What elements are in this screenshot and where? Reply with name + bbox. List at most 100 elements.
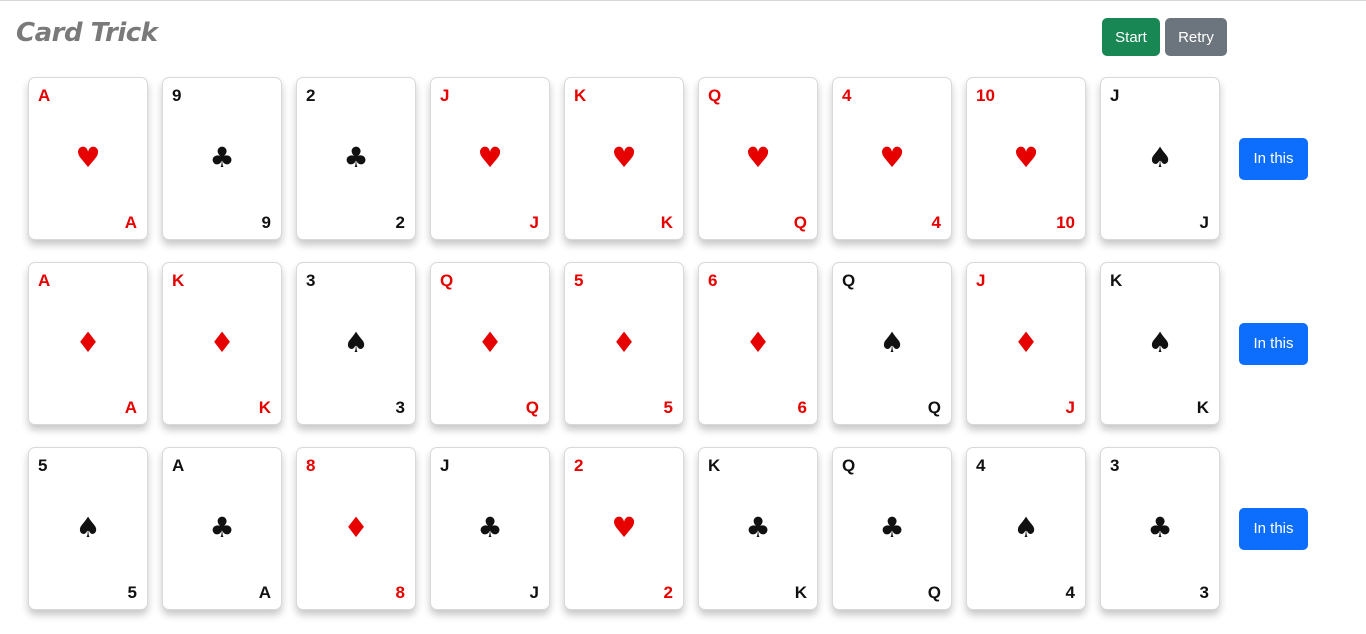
card-rank-top: Q	[440, 271, 454, 290]
diamonds-suit-icon: ♦	[477, 326, 503, 359]
card-row-2: A ♦ A K ♦ K 3 ♠ 3 Q ♦ Q 5 ♦ 5 6 ♦ 6 Q ♠ Q J ♦ J K ♠ K In this	[28, 261, 1308, 426]
start-button[interactable]: Start	[1102, 18, 1160, 56]
hearts-suit-icon: ♥	[879, 141, 905, 174]
card-rank-bottom: J	[1065, 398, 1075, 417]
diamonds-suit-icon: ♦	[209, 326, 235, 359]
card-rank-bottom: J	[1199, 213, 1209, 232]
spades-suit-icon: ♠	[1013, 511, 1039, 544]
playing-card: A ♥ A	[28, 77, 148, 240]
spades-suit-icon: ♠	[75, 511, 101, 544]
card-rank-top: K	[574, 86, 587, 105]
row-pick-wrapper: In this	[1239, 507, 1308, 550]
hearts-suit-icon: ♥	[75, 141, 101, 174]
card-row-1: A ♥ A 9 ♣ 9 2 ♣ 2 J ♥ J K ♥ K Q ♥ Q 4 ♥ 4 10 ♥ 10 J ♠ J In this	[28, 76, 1308, 241]
in-this-row-button[interactable]: In this	[1239, 507, 1308, 550]
app-title: Card Trick	[16, 18, 158, 48]
playing-card: K ♦ K	[162, 262, 282, 425]
playing-card: J ♠ J	[1100, 77, 1220, 240]
card-rank-bottom: 5	[663, 398, 673, 417]
card-rank-top: J	[1110, 86, 1120, 105]
card-rank-bottom: 3	[1199, 583, 1209, 602]
card-rank-top: 5	[38, 456, 48, 475]
card-rank-bottom: K	[1196, 398, 1209, 417]
playing-card: 3 ♣ 3	[1100, 447, 1220, 610]
card-rank-top: 5	[574, 271, 584, 290]
in-this-row-button[interactable]: In this	[1239, 322, 1308, 365]
card-rank-bottom: 2	[395, 213, 405, 232]
card-rank-top: K	[1110, 271, 1123, 290]
diamonds-suit-icon: ♦	[745, 326, 771, 359]
playing-card: K ♠ K	[1100, 262, 1220, 425]
card-rank-top: K	[172, 271, 185, 290]
card-rank-top: 3	[306, 271, 316, 290]
card-rank-bottom: 10	[1056, 213, 1075, 232]
card-rank-top: A	[38, 271, 51, 290]
card-rank-top: 2	[574, 456, 584, 475]
playing-card: A ♣ A	[162, 447, 282, 610]
clubs-suit-icon: ♣	[879, 511, 905, 544]
playing-card: 4 ♠ 4	[966, 447, 1086, 610]
hearts-suit-icon: ♥	[611, 141, 637, 174]
card-rank-top: 8	[306, 456, 316, 475]
card-trick-page: Card Trick Start Retry A ♥ A 9 ♣ 9 2 ♣ 2 J ♥ J K ♥ K Q ♥…	[0, 0, 1366, 634]
card-group: 5 ♠ 5 A ♣ A 8 ♦ 8 J ♣ J 2 ♥ 2 K ♣ K Q ♣ Q 4 ♠ 4 3 ♣ 3	[28, 447, 1220, 610]
card-rank-top: 4	[976, 456, 986, 475]
playing-card: Q ♦ Q	[430, 262, 550, 425]
card-rank-top: Q	[842, 271, 856, 290]
clubs-suit-icon: ♣	[209, 511, 235, 544]
card-rank-bottom: Q	[927, 398, 941, 417]
card-rank-bottom: A	[124, 398, 137, 417]
retry-button[interactable]: Retry	[1165, 18, 1227, 56]
card-rank-top: 6	[708, 271, 718, 290]
card-rank-bottom: K	[794, 583, 807, 602]
playing-card: A ♦ A	[28, 262, 148, 425]
card-rank-top: 2	[306, 86, 316, 105]
diamonds-suit-icon: ♦	[75, 326, 101, 359]
card-group: A ♥ A 9 ♣ 9 2 ♣ 2 J ♥ J K ♥ K Q ♥ Q 4 ♥ 4 10 ♥ 10 J ♠ J	[28, 77, 1220, 240]
card-rank-bottom: 3	[395, 398, 405, 417]
playing-card: K ♥ K	[564, 77, 684, 240]
card-rank-top: J	[440, 456, 450, 475]
playing-card: 2 ♣ 2	[296, 77, 416, 240]
card-rank-top: 4	[842, 86, 852, 105]
playing-card: 5 ♦ 5	[564, 262, 684, 425]
card-rank-bottom: 2	[663, 583, 673, 602]
card-rank-bottom: 4	[931, 213, 941, 232]
hearts-suit-icon: ♥	[611, 511, 637, 544]
playing-card: J ♥ J	[430, 77, 550, 240]
playing-card: 3 ♠ 3	[296, 262, 416, 425]
card-rank-top: Q	[842, 456, 856, 475]
card-rows: A ♥ A 9 ♣ 9 2 ♣ 2 J ♥ J K ♥ K Q ♥ Q 4 ♥ 4 10 ♥ 10 J ♠ J In this A ♦ A K…	[28, 76, 1308, 611]
clubs-suit-icon: ♣	[343, 141, 369, 174]
spades-suit-icon: ♠	[1147, 141, 1173, 174]
clubs-suit-icon: ♣	[1147, 511, 1173, 544]
row-pick-wrapper: In this	[1239, 322, 1308, 365]
card-rank-bottom: 9	[261, 213, 271, 232]
row-pick-wrapper: In this	[1239, 137, 1308, 180]
top-buttons: Start Retry	[1102, 18, 1227, 56]
diamonds-suit-icon: ♦	[611, 326, 637, 359]
card-rank-top: 3	[1110, 456, 1120, 475]
card-rank-top: A	[38, 86, 51, 105]
card-rank-bottom: 8	[395, 583, 405, 602]
hearts-suit-icon: ♥	[477, 141, 503, 174]
spades-suit-icon: ♠	[879, 326, 905, 359]
card-rank-bottom: A	[124, 213, 137, 232]
card-rank-bottom: J	[529, 213, 539, 232]
card-rank-bottom: Q	[927, 583, 941, 602]
card-rank-bottom: J	[529, 583, 539, 602]
card-rank-bottom: K	[660, 213, 673, 232]
clubs-suit-icon: ♣	[745, 511, 771, 544]
playing-card: 5 ♠ 5	[28, 447, 148, 610]
in-this-row-button[interactable]: In this	[1239, 137, 1308, 180]
card-rank-bottom: K	[258, 398, 271, 417]
card-group: A ♦ A K ♦ K 3 ♠ 3 Q ♦ Q 5 ♦ 5 6 ♦ 6 Q ♠ Q J ♦ J K ♠ K	[28, 262, 1220, 425]
clubs-suit-icon: ♣	[477, 511, 503, 544]
card-rank-top: J	[440, 86, 450, 105]
card-rank-top: J	[976, 271, 986, 290]
playing-card: Q ♠ Q	[832, 262, 952, 425]
diamonds-suit-icon: ♦	[1013, 326, 1039, 359]
spades-suit-icon: ♠	[1147, 326, 1173, 359]
playing-card: K ♣ K	[698, 447, 818, 610]
playing-card: J ♣ J	[430, 447, 550, 610]
